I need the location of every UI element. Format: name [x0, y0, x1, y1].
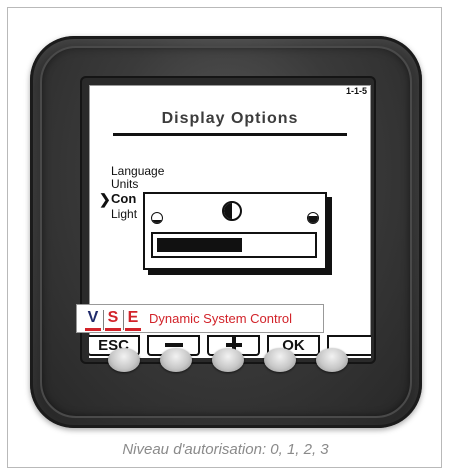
hardware-button-2[interactable] [160, 348, 192, 372]
menu-item-label: Con [111, 191, 137, 206]
minus-icon [164, 343, 183, 348]
logo-underline [85, 328, 101, 331]
logo-underline [125, 328, 141, 331]
logo-separator [103, 310, 104, 330]
contrast-max-icon [307, 212, 319, 224]
screen-code: 1-1-5 [345, 86, 367, 96]
contrast-dialog [143, 192, 327, 270]
menu-item-contrast[interactable]: ❯ Con [99, 191, 137, 206]
menu-item-label: Language [111, 164, 165, 178]
logo-letter-v: V [87, 309, 99, 326]
hardware-button-3[interactable] [212, 348, 244, 372]
title-underline [113, 133, 347, 136]
logo-underline [105, 328, 121, 331]
menu-item-light[interactable]: Light [111, 208, 137, 220]
menu-item-units[interactable]: Units [111, 178, 138, 190]
caption: Niveau d'autorisation: 0, 1, 2, 3 [122, 441, 329, 458]
hardware-button-1[interactable] [108, 348, 140, 372]
logo-separator [123, 310, 124, 330]
logo-letter-s: S [107, 309, 119, 326]
logo-letter-e: E [127, 309, 139, 326]
menu-item-label: Units [111, 177, 139, 191]
contrast-icon [222, 201, 242, 221]
brand-plate: V S E Dynamic System Control [76, 304, 324, 333]
contrast-min-icon [151, 212, 163, 224]
menu-item-label: Light [111, 207, 138, 221]
hardware-button-5[interactable] [316, 348, 348, 372]
selection-cursor-icon: ❯ [99, 191, 111, 207]
hardware-button-4[interactable] [264, 348, 296, 372]
brand-text: Dynamic System Control [149, 311, 293, 326]
contrast-level-fill [157, 238, 242, 252]
menu-item-language[interactable]: Language [111, 165, 164, 177]
screen-title: Display Options [161, 110, 299, 127]
contrast-level-bar[interactable] [151, 232, 317, 258]
